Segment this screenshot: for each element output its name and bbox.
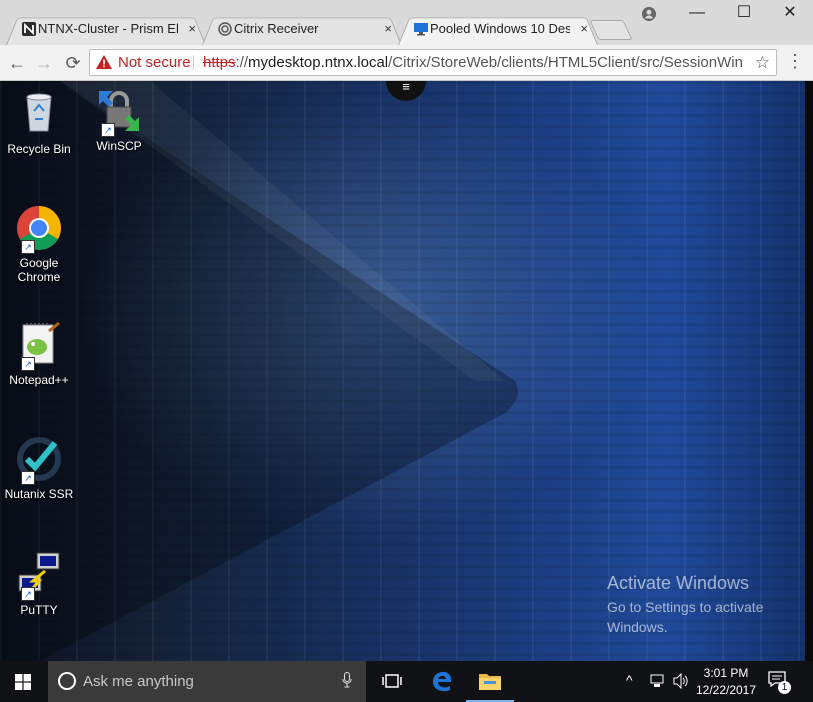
desktop-icon-label: Nutanix SSR (4, 487, 74, 501)
desktop-icon-winscp[interactable]: ↗ WinSCP (80, 87, 158, 153)
system-clock[interactable]: 3:01 PM 12/22/2017 (690, 665, 762, 699)
minimize-button[interactable]: — (674, 0, 720, 26)
url-path: /Citrix/StoreWeb/clients/HTML5Client/src… (388, 54, 743, 71)
desktop-icon-notepad-plus-plus[interactable]: ↗ Notepad++ (0, 321, 78, 387)
shortcut-arrow-icon: ↗ (21, 240, 35, 254)
url-separator: :// (235, 54, 249, 71)
shortcut-arrow-icon: ↗ (21, 357, 35, 371)
watermark-title: Activate Windows (607, 573, 750, 593)
clock-date: 12/22/2017 (695, 683, 757, 697)
browser-tab-strip: NTNX-Cluster - Prism Ele × Citrix Receiv… (0, 0, 813, 45)
scrollbar[interactable] (805, 81, 813, 661)
microphone-icon[interactable] (342, 672, 352, 688)
forward-button[interactable]: → (33, 52, 55, 74)
taskbar: Ask me anything ^ 3:01 PM 12/22/2017 1 (0, 661, 813, 702)
close-icon[interactable]: × (580, 13, 588, 45)
cortana-search-box[interactable]: Ask me anything (48, 661, 366, 702)
desktop-icon-label: Google Chrome (17, 256, 61, 284)
clock-time: 3:01 PM (703, 666, 749, 680)
desktop-icon-label: Recycle Bin (7, 142, 71, 156)
tab-prism-element[interactable]: NTNX-Cluster - Prism Ele × (6, 13, 206, 45)
file-explorer-icon (479, 674, 501, 690)
desktop-icon-nutanix-ssr[interactable]: ↗ Nutanix SSR (0, 435, 78, 501)
notification-badge: 1 (778, 681, 791, 694)
reload-button[interactable]: ⟳ (62, 52, 84, 74)
recycle-bin-icon (26, 93, 52, 132)
tab-label: NTNX-Cluster - Prism Ele (38, 21, 178, 36)
watermark-subtitle: Go to Settings to activate (607, 599, 764, 615)
windows-logo-icon (15, 674, 31, 690)
back-button[interactable]: ← (6, 52, 28, 74)
action-center-button[interactable]: 1 (768, 671, 791, 694)
cortana-icon (58, 672, 76, 690)
tab-pooled-windows-desktop[interactable]: Pooled Windows 10 Desk × (398, 13, 598, 45)
activate-windows-watermark: Activate Windows Go to Settings to activ… (607, 573, 763, 637)
start-button[interactable] (0, 661, 46, 702)
shortcut-arrow-icon: ↗ (21, 587, 35, 601)
show-hidden-icons-button[interactable]: ^ (626, 672, 633, 688)
task-view-icon (382, 674, 402, 688)
nutanix-icon (22, 22, 36, 36)
desktop-icon-recycle-bin[interactable]: Recycle Bin (0, 87, 78, 156)
desktop-icon-label: WinSCP (96, 139, 142, 153)
tab-citrix-receiver[interactable]: Citrix Receiver × (202, 13, 402, 45)
close-icon[interactable]: × (384, 13, 392, 45)
remote-desktop[interactable]: ≡ Recycle Bin ↗ WinSCP ↗ Google Chrome ↗… (0, 81, 813, 661)
watermark-subtitle: Windows. (607, 619, 668, 635)
desktop-icon-label: Notepad++ (9, 373, 69, 387)
security-label[interactable]: Not secure (118, 50, 191, 75)
browser-menu-button[interactable]: ⋮ (786, 51, 804, 72)
new-tab-button[interactable] (589, 20, 633, 40)
network-icon[interactable] (650, 674, 666, 688)
shortcut-arrow-icon: ↗ (21, 471, 35, 485)
volume-icon[interactable] (673, 673, 689, 689)
citrix-icon (218, 22, 232, 36)
desktop-icon-google-chrome[interactable]: ↗ Google Chrome (0, 204, 78, 284)
edge-icon (433, 671, 452, 692)
maximize-button[interactable]: ☐ (721, 0, 767, 26)
desktop-icon-putty[interactable]: ↗ PuTTY (0, 551, 78, 617)
url-host: mydesktop.ntnx.local (248, 54, 389, 71)
url-text[interactable]: https://mydesktop.ntnx.local/Citrix/Stor… (203, 50, 743, 75)
close-icon[interactable]: × (188, 13, 196, 45)
profile-icon[interactable] (642, 7, 656, 21)
taskbar-edge-button[interactable] (418, 661, 466, 702)
task-view-button[interactable] (368, 661, 416, 702)
browser-toolbar: ← → ⟳ Not secure https://mydesktop.ntnx.… (0, 45, 813, 81)
url-scheme: https (203, 54, 236, 71)
close-window-button[interactable]: ✕ (767, 0, 813, 26)
desktop-icon-label: PuTTY (20, 603, 58, 617)
desktop-icon (414, 23, 428, 36)
address-bar[interactable]: Not secure https://mydesktop.ntnx.local/… (89, 49, 777, 76)
divider (193, 55, 194, 70)
warning-icon (96, 55, 112, 69)
shortcut-arrow-icon: ↗ (101, 123, 115, 137)
tab-label: Pooled Windows 10 Desk (430, 21, 570, 36)
tab-label: Citrix Receiver (234, 21, 319, 36)
search-placeholder: Ask me anything (83, 673, 194, 690)
bookmark-star-icon[interactable]: ☆ (755, 50, 770, 75)
taskbar-file-explorer-button[interactable] (466, 661, 514, 702)
